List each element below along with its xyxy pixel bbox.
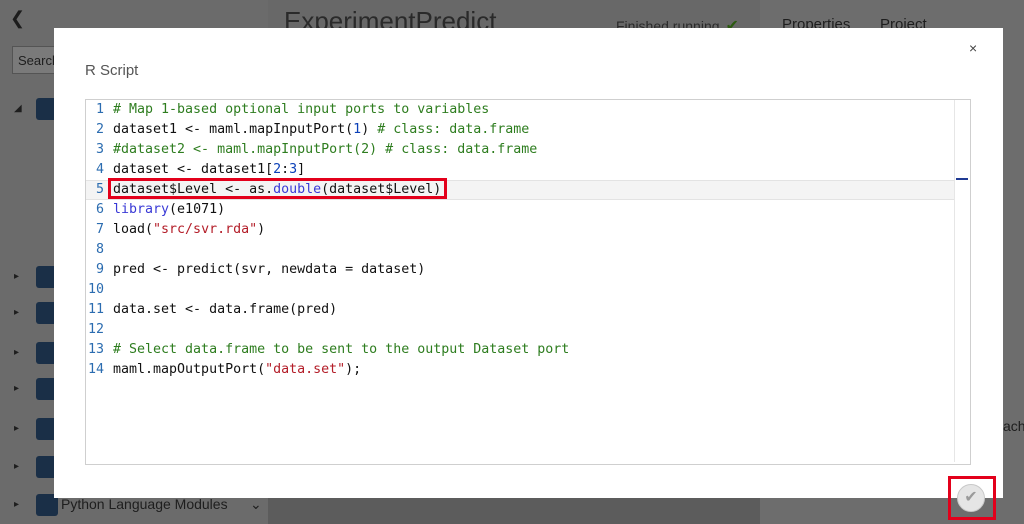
line-number: 4 <box>95 162 104 177</box>
editor-scrollbar[interactable] <box>954 100 969 462</box>
code-line[interactable]: 4 dataset <- dataset1[2:3] <box>86 160 970 180</box>
expand-arrow-icon: ▸ <box>14 461 20 472</box>
code-text: dataset <- dataset1[2:3] <box>113 162 306 177</box>
line-number: 5 <box>95 182 104 197</box>
code-text: # Select data.frame to be sent to the ou… <box>113 342 570 357</box>
code-text: dataset1 <- maml.mapInputPort(1) # class… <box>113 122 530 137</box>
expand-arrow-icon: ▸ <box>14 307 20 318</box>
code-line[interactable]: 6 library(e1071) <box>86 200 970 220</box>
code-line[interactable]: 14 maml.mapOutputPort("data.set"); <box>86 360 970 380</box>
line-number: 2 <box>95 122 104 137</box>
line-number: 10 <box>87 282 104 297</box>
line-number: 13 <box>87 342 104 357</box>
expand-arrow-icon: ▸ <box>14 383 20 394</box>
code-line[interactable]: 11 data.set <- data.frame(pred) <box>86 300 970 320</box>
line-number: 9 <box>95 262 104 277</box>
annotation-box-ok-button <box>948 476 996 520</box>
code-text: # Map 1-based optional input ports to va… <box>113 102 490 117</box>
line-number: 7 <box>95 222 104 237</box>
expand-arrow-icon: ▸ <box>14 271 20 282</box>
chevron-down-icon[interactable]: ⌄ <box>250 496 262 513</box>
code-line[interactable]: 8 <box>86 240 970 260</box>
expand-arrow-icon: ▸ <box>14 423 20 434</box>
code-text: library(e1071) <box>113 202 226 217</box>
code-text: load("src/svr.rda") <box>113 222 266 237</box>
code-line[interactable]: 1 # Map 1-based optional input ports to v… <box>86 100 970 120</box>
expand-arrow-icon: ▸ <box>14 347 20 358</box>
expand-arrow-icon: ◢ <box>14 103 22 114</box>
line-number: 8 <box>95 242 104 257</box>
scrollbar-cursor-marker <box>956 178 968 180</box>
dialog-title: R Script <box>85 62 139 79</box>
line-number: 3 <box>95 142 104 157</box>
code-editor[interactable]: 1 # Map 1-based optional input ports to v… <box>85 99 971 465</box>
code-text: data.set <- data.frame(pred) <box>113 302 338 317</box>
line-number: 6 <box>95 202 104 217</box>
python-modules-label[interactable]: Python Language Modules <box>61 496 228 512</box>
line-number: 14 <box>87 362 104 377</box>
line-number: 1 <box>95 102 104 117</box>
annotation-box-line-5 <box>108 178 447 199</box>
code-text: maml.mapOutputPort("data.set"); <box>113 362 362 377</box>
code-line[interactable]: 12 <box>86 320 970 340</box>
code-line[interactable]: 7 load("src/svr.rda") <box>86 220 970 240</box>
line-number: 11 <box>87 302 104 317</box>
code-line[interactable]: 10 <box>86 280 970 300</box>
r-script-dialog: R Script × 1 # Map 1-based optional input… <box>54 28 1003 498</box>
expand-arrow-icon: ▸ <box>14 499 20 510</box>
code-text: #dataset2 <- maml.mapInputPort(2) # clas… <box>113 142 538 157</box>
collapse-chevron-icon[interactable]: ❮ <box>10 8 25 29</box>
code-line[interactable]: 13 # Select data.frame to be sent to the … <box>86 340 970 360</box>
line-number: 12 <box>87 322 104 337</box>
code-line[interactable]: 3 #dataset2 <- maml.mapInputPort(2) # cla… <box>86 140 970 160</box>
code-line[interactable]: 2 dataset1 <- maml.mapInputPort(1) # clas… <box>86 120 970 140</box>
code-text: pred <- predict(svr, newdata = dataset) <box>113 262 426 277</box>
close-icon[interactable]: × <box>969 40 977 56</box>
code-line[interactable]: 9 pred <- predict(svr, newdata = dataset) <box>86 260 970 280</box>
properties-partial-text: ach <box>1003 418 1024 434</box>
